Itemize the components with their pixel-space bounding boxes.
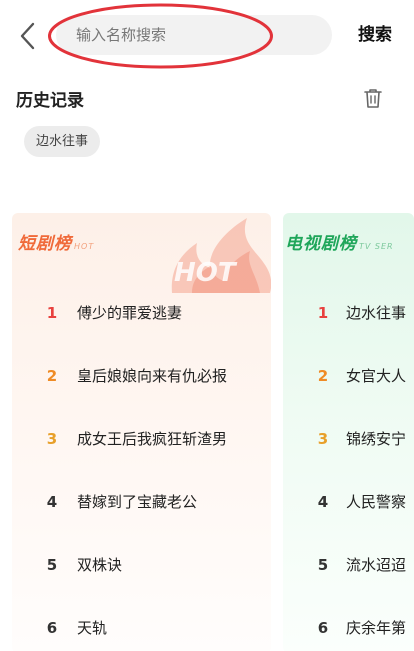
drama-name: 天轨: [77, 619, 108, 637]
search-button[interactable]: 搜索: [350, 22, 400, 48]
trash-icon: [364, 89, 382, 108]
tv-drama-item[interactable]: 6 庆余年第: [283, 608, 414, 648]
short-drama-item[interactable]: 5 双株诀: [12, 545, 271, 585]
history-chip[interactable]: 边水往事: [24, 126, 101, 157]
tv-drama-title-text: 电视剧榜: [285, 234, 357, 254]
rank-number: 4: [317, 493, 329, 511]
tv-drama-item[interactable]: 3 锦绣安宁: [283, 419, 414, 459]
rank-number: 1: [317, 304, 329, 322]
tv-drama-item[interactable]: 2 女官大人: [283, 356, 414, 396]
short-drama-item[interactable]: 4 替嫁到了宝藏老公: [12, 482, 271, 522]
rank-number: 3: [46, 430, 58, 448]
drama-name: 傅少的罪爱逃妻: [77, 304, 183, 322]
flame-icon: HOT: [171, 218, 271, 293]
short-drama-subtitle: HOT: [74, 242, 95, 251]
short-drama-item[interactable]: 1 傅少的罪爱逃妻: [12, 293, 271, 333]
search-bar: 搜索: [0, 0, 414, 70]
rank-number: 1: [46, 304, 58, 322]
drama-name: 替嫁到了宝藏老公: [77, 493, 198, 511]
rank-number: 6: [317, 619, 329, 637]
drama-name: 锦绣安宁: [346, 430, 407, 448]
drama-name: 流水迢迢: [346, 556, 407, 574]
rank-number: 2: [317, 367, 329, 385]
drama-name: 人民警察: [346, 493, 407, 511]
drama-name: 庆余年第: [346, 619, 407, 637]
rank-number: 3: [317, 430, 329, 448]
drama-name: 女官大人: [346, 367, 407, 385]
tv-drama-title: 电视剧榜 TV SER: [285, 229, 394, 254]
short-drama-chart: HOT 短剧榜 HOT 1 傅少的罪爱逃妻 2 皇后娘娘向来有仇必报 3 成女王后…: [12, 213, 271, 651]
clear-history-button[interactable]: [361, 86, 385, 110]
tv-drama-item[interactable]: 5 流水迢迢: [283, 545, 414, 585]
tv-drama-item[interactable]: 1 边水往事: [283, 293, 414, 333]
history-title: 历史记录: [16, 91, 84, 111]
rank-number: 2: [46, 367, 58, 385]
tv-drama-subtitle: TV SER: [359, 242, 394, 251]
short-drama-item[interactable]: 6 天轨: [12, 608, 271, 648]
drama-name: 双株诀: [77, 556, 123, 574]
rank-number: 5: [317, 556, 329, 574]
tv-drama-chart: 电视剧榜 TV SER 1 边水往事 2 女官大人 3 锦绣安宁 4 人民警察 5…: [283, 213, 414, 651]
hot-badge-text: HOT: [174, 258, 238, 288]
drama-name: 皇后娘娘向来有仇必报: [77, 367, 228, 385]
short-drama-title: 短剧榜 HOT: [18, 229, 94, 254]
search-box: [56, 15, 332, 55]
short-drama-item[interactable]: 2 皇后娘娘向来有仇必报: [12, 356, 271, 396]
short-drama-title-text: 短剧榜: [18, 234, 72, 254]
rank-number: 6: [46, 619, 58, 637]
chevron-left-icon: [20, 22, 35, 50]
tv-drama-item[interactable]: 4 人民警察: [283, 482, 414, 522]
search-input[interactable]: [76, 15, 316, 55]
short-drama-item[interactable]: 3 成女王后我疯狂斩渣男: [12, 419, 271, 459]
drama-name: 成女王后我疯狂斩渣男: [77, 430, 228, 448]
rank-number: 4: [46, 493, 58, 511]
rank-number: 5: [46, 556, 58, 574]
back-button[interactable]: [14, 20, 44, 52]
drama-name: 边水往事: [346, 304, 407, 322]
